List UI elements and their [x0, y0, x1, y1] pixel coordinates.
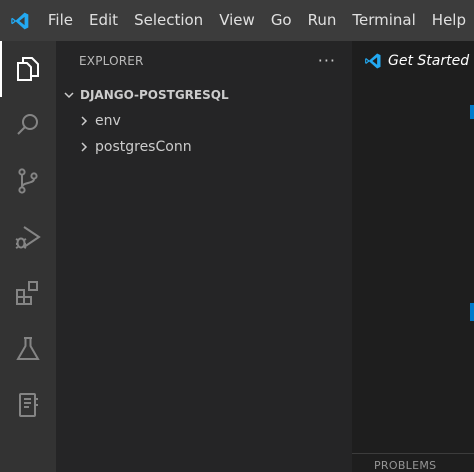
menu-bar: File Edit Selection View Go Run Terminal…: [40, 0, 474, 41]
menu-selection[interactable]: Selection: [126, 0, 211, 41]
workspace-folder-header[interactable]: DJANGO-POSTGRESQL: [56, 82, 352, 108]
workspace-folder-title: DJANGO-POSTGRESQL: [80, 88, 229, 102]
source-control-icon: [18, 168, 38, 194]
more-actions-icon[interactable]: ···: [318, 53, 336, 69]
panel-border: [352, 453, 474, 454]
vscode-logo-icon: [0, 0, 40, 41]
activity-bar: [0, 41, 56, 472]
vscode-logo-icon: [365, 53, 381, 69]
activity-testing[interactable]: [0, 321, 56, 377]
menu-view[interactable]: View: [211, 0, 263, 41]
tab-get-started[interactable]: Get Started: [352, 41, 474, 81]
search-icon: [17, 114, 38, 135]
files-icon: [17, 57, 39, 81]
explorer-sidebar: EXPLORER ··· DJANGO-POSTGRESQL env postg…: [56, 41, 352, 472]
activity-explorer[interactable]: [0, 41, 56, 97]
run-debug-icon: [15, 226, 41, 249]
extensions-icon: [16, 281, 38, 305]
tree-item-label: env: [95, 113, 121, 129]
editor-tab-bar: Get Started: [352, 41, 474, 81]
menu-help[interactable]: Help: [424, 0, 474, 41]
editor-overview-marker: [470, 105, 474, 119]
tree-item-postgresconn[interactable]: postgresConn: [56, 134, 352, 160]
editor-area: Get Started PROBLEMS: [352, 41, 474, 472]
activity-run-debug[interactable]: [0, 209, 56, 265]
menu-run[interactable]: Run: [300, 0, 345, 41]
chevron-right-icon: [81, 116, 88, 126]
tab-label: Get Started: [388, 53, 470, 69]
menu-terminal[interactable]: Terminal: [344, 0, 423, 41]
chevron-down-icon: [64, 92, 74, 99]
activity-extensions[interactable]: [0, 265, 56, 321]
tree-item-env[interactable]: env: [56, 108, 352, 134]
activity-search[interactable]: [0, 97, 56, 153]
activity-notebook[interactable]: [0, 377, 56, 433]
title-bar: File Edit Selection View Go Run Terminal…: [0, 0, 474, 41]
tree-item-label: postgresConn: [95, 139, 192, 155]
notebook-icon: [19, 393, 38, 417]
activity-source-control[interactable]: [0, 153, 56, 209]
sidebar-title: EXPLORER: [79, 54, 144, 68]
panel-tab-problems[interactable]: PROBLEMS: [374, 459, 436, 472]
menu-file[interactable]: File: [40, 0, 81, 41]
editor-overview-marker: [470, 303, 474, 321]
menu-edit[interactable]: Edit: [81, 0, 126, 41]
chevron-right-icon: [81, 142, 88, 152]
sidebar-header: EXPLORER ···: [56, 41, 352, 81]
testing-icon: [16, 337, 40, 360]
menu-go[interactable]: Go: [263, 0, 300, 41]
